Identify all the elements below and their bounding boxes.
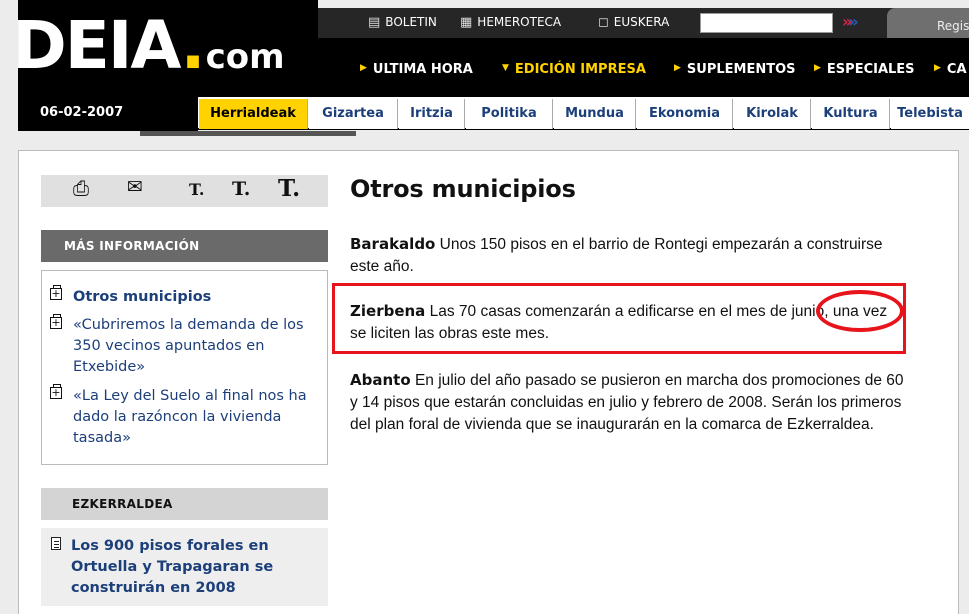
euskera-link[interactable]: ◻ EUSKERA xyxy=(598,8,669,36)
ezkerraldea-link[interactable]: Los 900 pisos forales en Ortuella y Trap… xyxy=(71,536,321,599)
ezkerraldea-header: EZKERRALDEA xyxy=(41,488,328,520)
logo-text: DEIA xyxy=(12,7,182,84)
tab-iritzia[interactable]: Iritzia xyxy=(399,99,465,129)
printer-icon[interactable]: ⎙ xyxy=(73,176,89,200)
search-go-icon[interactable]: »» xyxy=(842,12,859,31)
nav-arrow-icon: ▶ xyxy=(934,63,941,73)
tab-politika[interactable]: Politika xyxy=(466,99,553,129)
envelope-icon[interactable]: ✉ xyxy=(127,176,143,198)
boletin-link[interactable]: ▤ BOLETIN xyxy=(368,8,437,36)
nav-ultima-hora[interactable]: ▶ ULTIMA HORA xyxy=(360,62,473,77)
search-input[interactable] xyxy=(700,13,833,33)
document-icon xyxy=(51,537,61,550)
tab-kirolak[interactable]: Kirolak xyxy=(734,99,811,129)
nav-suplementos[interactable]: ▶ SUPLEMENTOS xyxy=(674,62,796,77)
nav-more[interactable]: ▶ CA xyxy=(934,62,967,77)
tab-telebista[interactable]: Telebista xyxy=(891,99,969,129)
article-item-abanto: Abanto En julio del año pasado se pusier… xyxy=(350,369,905,436)
item-place: Barakaldo xyxy=(350,235,436,253)
expand-icon[interactable]: + xyxy=(50,384,62,399)
item-text: En julio del año pasado se pusieron en m… xyxy=(350,372,904,433)
nav-arrow-icon: ▶ xyxy=(814,63,821,73)
more-info-link-3[interactable]: «La Ley del Suelo al final nos ha dado l… xyxy=(73,386,318,449)
current-date: 06-02-2007 xyxy=(40,105,124,120)
archive-icon: ▦ xyxy=(460,15,473,30)
item-place: Abanto xyxy=(350,371,411,389)
nav-edicion-impresa[interactable]: ▼ EDICIÓN IMPRESA xyxy=(502,62,646,77)
nav-especiales[interactable]: ▶ ESPECIALES xyxy=(814,62,915,77)
more-info-link-2[interactable]: «Cubriremos la demanda de los 350 vecino… xyxy=(73,315,318,378)
speech-bubble-icon: ◻ xyxy=(598,15,609,30)
tab-mundua[interactable]: Mundua xyxy=(554,99,636,129)
nav-arrow-icon: ▶ xyxy=(674,63,681,73)
font-small-icon[interactable]: T. xyxy=(189,180,204,199)
nav-arrow-icon: ▶ xyxy=(360,63,367,73)
printer-icon: ▤ xyxy=(368,15,381,30)
register-button[interactable]: Regis xyxy=(887,8,969,38)
site-logo[interactable]: DEIA.com xyxy=(12,6,285,86)
logo-dot: . xyxy=(180,7,206,84)
page-title: Otros municipios xyxy=(350,175,576,203)
more-info-link-1[interactable]: Otros municipios xyxy=(73,287,318,308)
font-medium-icon[interactable]: T. xyxy=(232,178,250,200)
tab-ekonomia[interactable]: Ekonomia xyxy=(637,99,733,129)
more-info-header: MÁS INFORMACIÓN xyxy=(41,230,328,262)
tab-kultura[interactable]: Kultura xyxy=(812,99,890,129)
tab-herrialdeak[interactable]: Herrialdeak xyxy=(199,99,308,129)
nav-arrow-icon: ▼ xyxy=(502,63,509,73)
expand-icon[interactable]: + xyxy=(50,285,62,300)
logo-suffix: com xyxy=(205,37,285,77)
font-large-icon[interactable]: T. xyxy=(278,175,300,202)
header-shadow xyxy=(140,131,356,136)
tab-gizartea[interactable]: Gizartea xyxy=(309,99,398,129)
article-item-barakaldo: Barakaldo Unos 150 pisos en el barrio de… xyxy=(350,233,905,278)
highlight-ellipse xyxy=(816,290,904,332)
hemeroteca-link[interactable]: ▦ HEMEROTECA xyxy=(460,8,561,36)
expand-icon[interactable]: + xyxy=(50,314,62,329)
